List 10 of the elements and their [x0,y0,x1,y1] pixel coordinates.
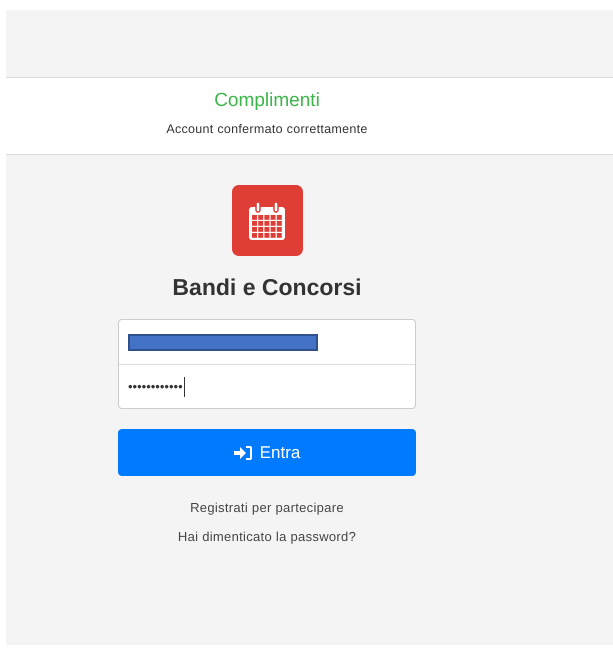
login-button[interactable]: Entra [118,429,416,476]
forgot-password-link[interactable]: Hai dimenticato la password? [178,529,356,544]
calendar-icon [249,202,285,240]
success-message: Account confermato correttamente [166,122,368,136]
password-dots: •••••••••••• [128,379,183,394]
app-title: Bandi e Concorsi [172,274,362,301]
success-title: Complimenti [214,90,320,112]
password-field[interactable]: •••••••••••• [119,364,415,408]
register-link[interactable]: Registrati per partecipare [190,500,344,515]
sign-in-icon [234,444,253,460]
